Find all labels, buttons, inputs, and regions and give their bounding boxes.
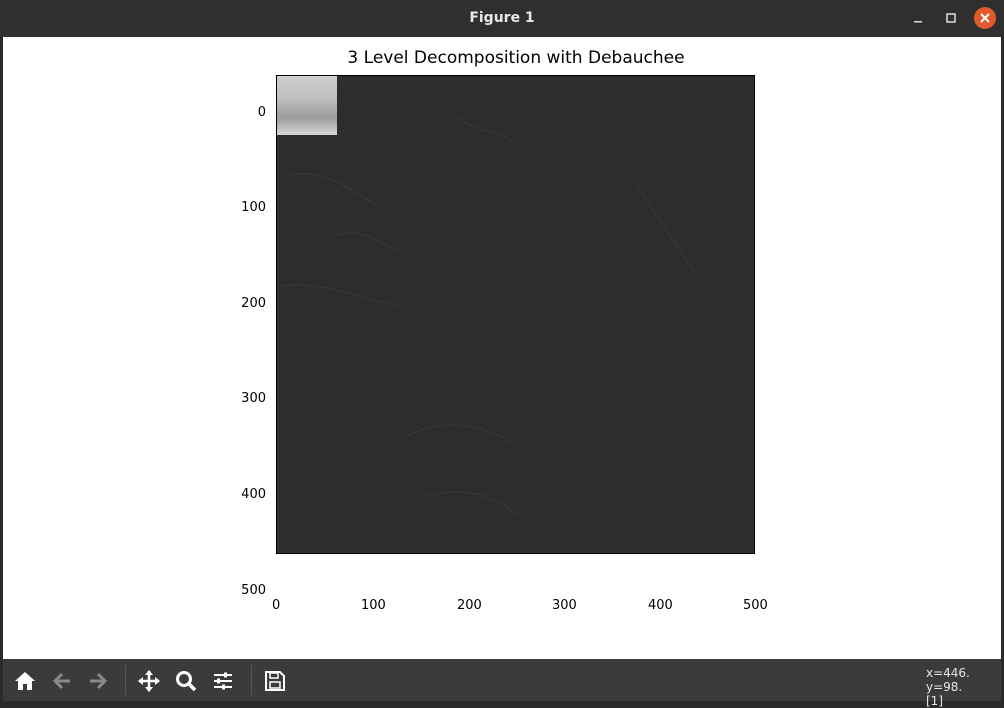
y-tick-label: 100 [241,200,266,215]
y-tick-label: 300 [241,391,266,406]
back-button[interactable] [49,668,75,694]
y-tick-label: 200 [241,296,266,311]
x-tick-label: 400 [648,598,673,613]
image-axes[interactable] [276,75,755,554]
minimize-icon [914,21,922,23]
close-button[interactable] [974,7,996,29]
save-button[interactable] [262,668,288,694]
y-tick-label: 500 [241,583,266,598]
cursor-coordinates: x=446. y=98. [1] [926,666,1004,708]
close-icon [980,13,990,23]
subplots-config-icon [214,672,232,690]
x-tick-label: 300 [552,598,577,613]
forward-button[interactable] [85,668,111,694]
y-tick-label: 0 [257,105,266,120]
forward-arrow-icon [90,672,108,690]
plot-title: 3 Level Decomposition with Debauchee [347,48,685,68]
pan-button[interactable] [136,668,162,694]
zoom-button[interactable] [173,668,199,694]
window-titlebar: Figure 1 [0,0,1004,38]
maximize-button[interactable] [940,7,962,29]
pixel-value: [1] [926,694,943,708]
x-tick-label: 500 [743,598,768,613]
navigation-toolbar [3,659,1001,701]
x-tick-label: 200 [457,598,482,613]
x-tick-label: 0 [272,598,281,613]
detail-subbands [281,115,698,517]
x-tick-label: 100 [361,598,386,613]
subplots-config-button[interactable] [210,668,236,694]
coords-text: x=446. y=98. [926,666,970,694]
toolbar-separator [125,665,126,695]
save-icon [265,671,285,691]
home-button[interactable] [12,668,38,694]
minimize-button[interactable] [907,7,929,29]
maximize-icon [946,13,956,23]
back-arrow-icon [52,672,70,690]
toolbar-separator [251,665,252,695]
zoom-icon [176,671,197,692]
home-icon [15,672,35,690]
window-title: Figure 1 [469,10,535,26]
y-tick-label: 400 [241,487,266,502]
pan-icon [138,670,160,692]
